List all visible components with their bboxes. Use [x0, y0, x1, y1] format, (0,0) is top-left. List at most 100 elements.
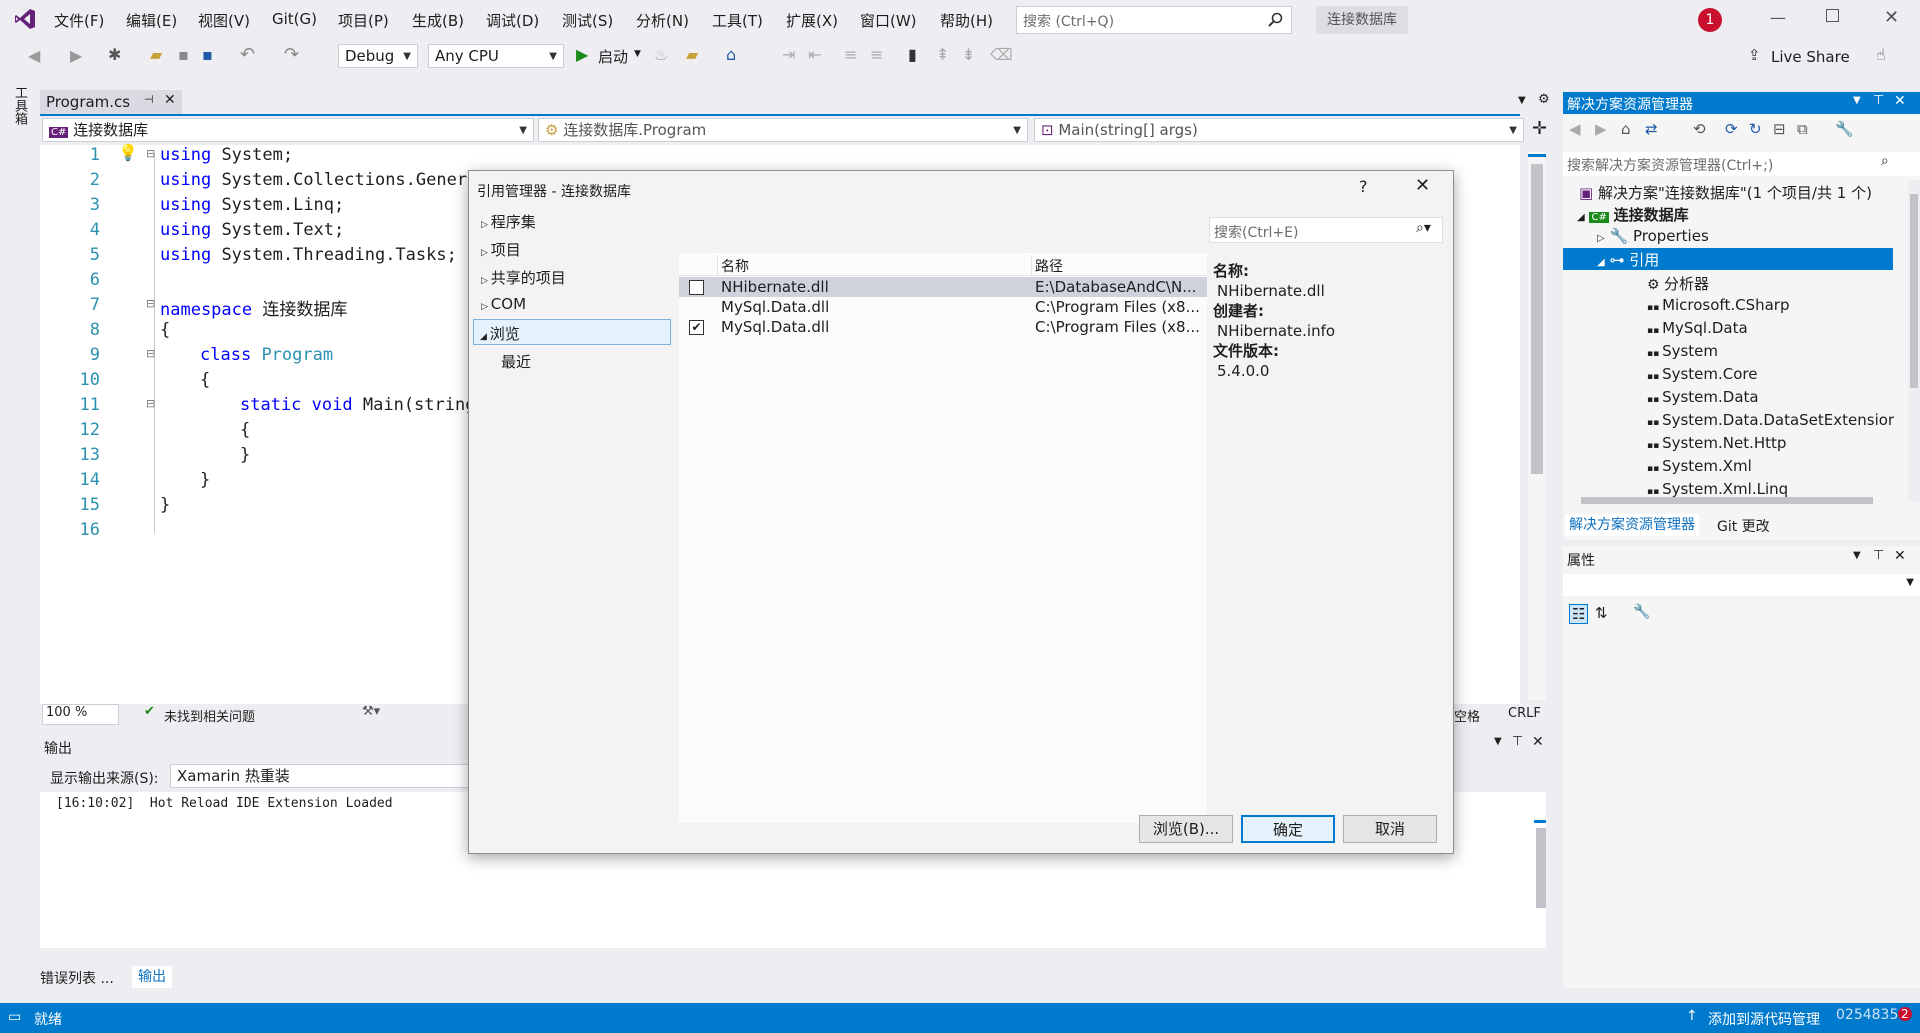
tree-vscroll-thumb[interactable]	[1910, 194, 1918, 388]
tree-reference-item[interactable]: ▪▪ Microsoft.CSharp	[1647, 296, 1789, 314]
bookmark-icon[interactable]: ▮	[908, 45, 917, 64]
save-all-icon[interactable]: ▪	[202, 45, 213, 64]
properties-object-select[interactable]: ▼	[1563, 574, 1920, 596]
notification-badge[interactable]: 1	[1698, 8, 1722, 32]
close-icon[interactable]: ✕	[1894, 548, 1906, 564]
step-over-icon[interactable]: ⇤	[808, 45, 821, 64]
menu-window[interactable]: 窗口(W)	[860, 10, 917, 31]
clear-bookmark-icon[interactable]: ⌫	[990, 45, 1013, 64]
config-select[interactable]: Debug ▼	[338, 44, 418, 68]
tab-list-icon[interactable]: ▼	[1518, 95, 1526, 106]
step-icon[interactable]: ⇥	[782, 45, 795, 64]
tree-reference-item[interactable]: ▪▪ System.Data	[1647, 388, 1759, 406]
menu-build[interactable]: 生成(B)	[412, 10, 464, 31]
add-to-source-control[interactable]: 添加到源代码管理	[1708, 1009, 1820, 1029]
close-window-icon[interactable]: ✕	[1884, 7, 1899, 28]
new-project-icon[interactable]: ✱	[108, 45, 121, 64]
indent-icon[interactable]: ≡	[844, 45, 857, 64]
redo-icon[interactable]: ↷	[284, 44, 299, 65]
scroll-thumb[interactable]	[1531, 164, 1543, 474]
menu-git[interactable]: Git(G)	[272, 10, 317, 28]
row-checkbox[interactable]	[689, 280, 704, 295]
restore-icon[interactable]	[1826, 9, 1839, 22]
menu-extensions[interactable]: 扩展(X)	[786, 10, 838, 31]
tree-properties[interactable]: ▷ 🔧 Properties	[1597, 227, 1709, 245]
outdent-icon[interactable]: ≡	[870, 45, 883, 64]
ok-button[interactable]: 确定	[1241, 815, 1335, 843]
start-play-icon[interactable]: ▶	[576, 45, 588, 64]
tab-git-changes[interactable]: Git 更改	[1717, 516, 1770, 536]
chevron-down-icon[interactable]: ▼	[634, 49, 641, 59]
tree-reference-item[interactable]: ▪▪ System	[1647, 342, 1718, 360]
tree-reference-item[interactable]: ▪▪ System.Xml	[1647, 457, 1752, 475]
switch-view-icon[interactable]: ⇄	[1645, 120, 1658, 138]
menu-edit[interactable]: 编辑(E)	[126, 10, 177, 31]
tree-project[interactable]: ◢ C# 连接数据库	[1577, 204, 1689, 225]
table-row[interactable]: NHibernate.dll E:\DatabaseAndC\N...	[679, 277, 1207, 297]
open-icon[interactable]: ▰	[150, 45, 162, 64]
nav-item[interactable]: ▷ 项目	[481, 239, 521, 260]
browse-button[interactable]: 浏览(B)...	[1139, 815, 1233, 843]
eol-status[interactable]: CRLF	[1508, 706, 1541, 721]
help-button[interactable]: ?	[1359, 177, 1368, 196]
close-tab-icon[interactable]: ✕	[164, 92, 176, 108]
pin-icon[interactable]: ⊤	[1512, 734, 1523, 749]
collapse-icon[interactable]: ⊟	[146, 297, 155, 310]
chevron-down-icon[interactable]: ▼	[1853, 95, 1861, 106]
output-scroll-thumb[interactable]	[1536, 828, 1546, 908]
table-row[interactable]: MySql.Data.dll C:\Program Files (x8...	[679, 297, 1207, 317]
menu-help[interactable]: 帮助(H)	[940, 10, 993, 31]
folder-icon[interactable]: ▰	[686, 45, 698, 64]
chevron-down-icon[interactable]: ▼	[1853, 550, 1861, 561]
zoom-select[interactable]: 100 %	[42, 704, 119, 725]
collapse-icon[interactable]: ⊟	[146, 147, 155, 160]
live-share-button[interactable]: Live Share	[1771, 48, 1850, 66]
platform-select[interactable]: Any CPU ▼	[428, 44, 564, 68]
bottom-tab-output[interactable]: 输出	[132, 966, 172, 988]
menu-file[interactable]: 文件(F)	[54, 10, 104, 31]
column-header-path[interactable]: 路径	[1035, 256, 1063, 276]
prev-bookmark-icon[interactable]: ⇞	[936, 45, 949, 64]
show-all-files-icon[interactable]: ⧉	[1797, 120, 1808, 138]
back-icon[interactable]: ◀	[28, 46, 40, 65]
tree-reference-item[interactable]: ⚙ 分析器	[1647, 273, 1709, 294]
sync-icon[interactable]: ⟳	[1725, 120, 1738, 138]
row-checkbox[interactable]: ✔	[689, 320, 704, 335]
output-source-select[interactable]: Xamarin 热重装	[170, 764, 474, 788]
collapse-icon[interactable]: ⊟	[146, 347, 155, 360]
alphabetical-icon[interactable]: ⇅	[1595, 604, 1608, 622]
tree-reference-item[interactable]: ▪▪ System.Data.DataSetExtensior	[1647, 411, 1894, 429]
browser-link-icon[interactable]: ⌂	[726, 45, 736, 64]
menu-test[interactable]: 测试(S)	[562, 10, 613, 31]
nav-item[interactable]: ▷ 共享的项目	[481, 267, 566, 288]
next-bookmark-icon[interactable]: ⇟	[962, 45, 975, 64]
tree-hscrollbar[interactable]	[1567, 494, 1897, 506]
history-icon[interactable]: ⟲	[1693, 120, 1706, 138]
back-icon[interactable]: ◀	[1569, 120, 1581, 138]
pin-icon[interactable]: ⊤	[1873, 548, 1884, 563]
menu-analyze[interactable]: 分析(N)	[636, 10, 689, 31]
undo-icon[interactable]: ↶	[240, 44, 255, 65]
tree-hscroll-thumb[interactable]	[1581, 497, 1873, 504]
share-icon[interactable]: ⇪	[1748, 46, 1761, 64]
notification-bell-icon[interactable]: 2	[1898, 1007, 1912, 1021]
tree-vscrollbar[interactable]	[1908, 180, 1920, 502]
nav-item[interactable]: ▷ 程序集	[481, 211, 536, 232]
start-button[interactable]: 启动	[598, 46, 628, 67]
nav-class-select[interactable]: ⚙ 连接数据库.Program ▼	[538, 118, 1028, 142]
refresh-icon[interactable]: ↻	[1749, 120, 1762, 138]
bottom-tab-errors[interactable]: 错误列表 ...	[40, 968, 128, 988]
issues-status[interactable]: 未找到相关问题	[164, 706, 255, 725]
editor-scrollbar[interactable]	[1528, 152, 1546, 700]
property-pages-icon[interactable]: 🔧	[1633, 604, 1650, 620]
gear-icon[interactable]: ⚙	[1538, 92, 1550, 107]
nav-item[interactable]: ▷ COM	[481, 295, 526, 313]
table-row[interactable]: ✔ MySql.Data.dll C:\Program Files (x8...	[679, 317, 1207, 337]
forward-icon[interactable]: ▶	[1595, 120, 1607, 138]
tree-solution[interactable]: ▣ 解决方案"连接数据库"(1 个项目/共 1 个)	[1579, 182, 1872, 203]
nav-member-select[interactable]: ⊡ Main(string[] args) ▼	[1034, 118, 1524, 142]
wrench-icon[interactable]: 🔧	[1835, 120, 1854, 138]
pin-icon[interactable]: ⊤	[1873, 93, 1884, 108]
close-icon[interactable]: ✕	[1532, 734, 1544, 750]
minimize-icon[interactable]: —	[1770, 8, 1786, 27]
